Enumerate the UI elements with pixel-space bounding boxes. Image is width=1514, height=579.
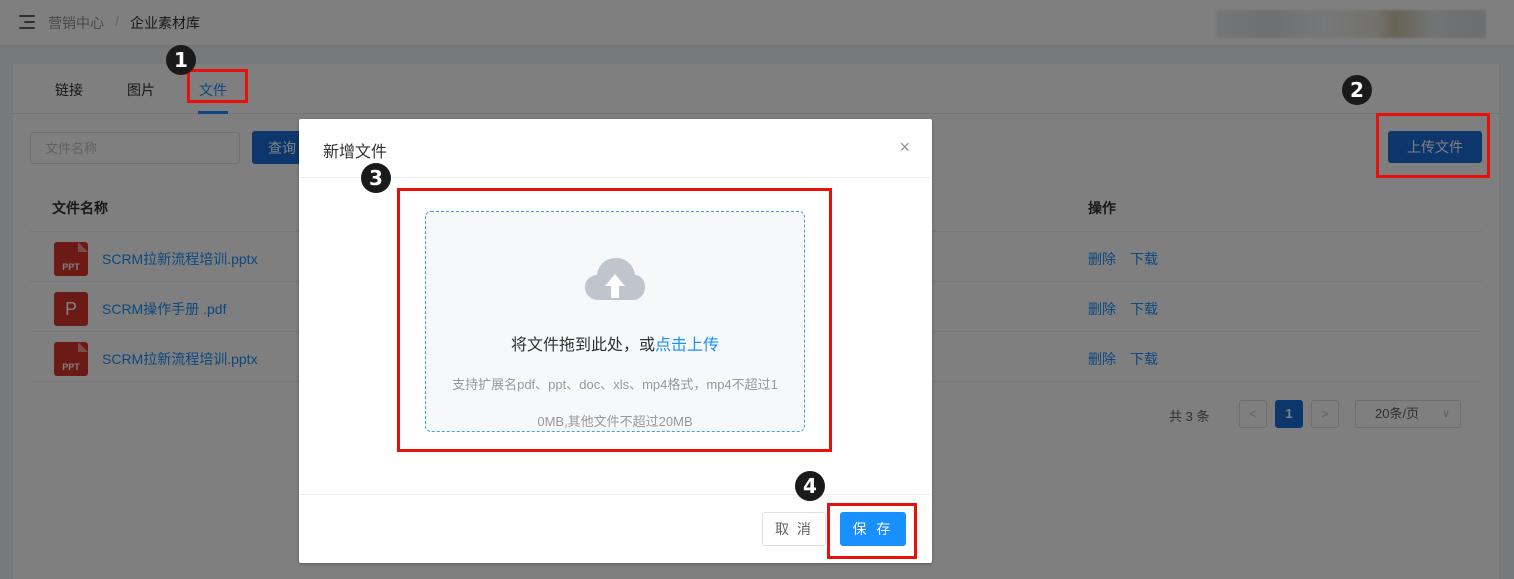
save-button[interactable]: 保 存	[840, 512, 906, 546]
step-badge-1: 1	[166, 45, 196, 75]
hint-line-2: 0MB,其他文件不超过20MB	[537, 414, 693, 429]
cloud-upload-icon	[585, 258, 645, 300]
add-file-dialog: 新增文件 × 将文件拖到此处，或点击上传 支持扩展名pdf、ppt、doc、xl…	[299, 119, 932, 563]
dialog-title: 新增文件	[323, 144, 388, 161]
close-icon[interactable]: ×	[899, 137, 910, 157]
cancel-button[interactable]: 取 消	[762, 512, 826, 546]
step-badge-2: 2	[1342, 75, 1372, 105]
step-badge-4: 4	[795, 471, 825, 501]
hint-line-1: 支持扩展名pdf、ppt、doc、xls、mp4格式，mp4不超过1	[452, 377, 778, 392]
click-to-upload-link[interactable]: 点击上传	[655, 337, 719, 354]
file-upload-dropzone[interactable]: 将文件拖到此处，或点击上传 支持扩展名pdf、ppt、doc、xls、mp4格式…	[425, 211, 805, 432]
upload-constraints-hint: 支持扩展名pdf、ppt、doc、xls、mp4格式，mp4不超过1 0MB,其…	[426, 366, 804, 440]
step-badge-3: 3	[361, 163, 391, 193]
dropzone-instruction: 将文件拖到此处，或点击上传	[426, 331, 804, 355]
dropzone-text: 将文件拖到此处，或	[510, 337, 655, 354]
dialog-header-divider	[299, 177, 932, 178]
dialog-footer-divider	[299, 494, 932, 495]
